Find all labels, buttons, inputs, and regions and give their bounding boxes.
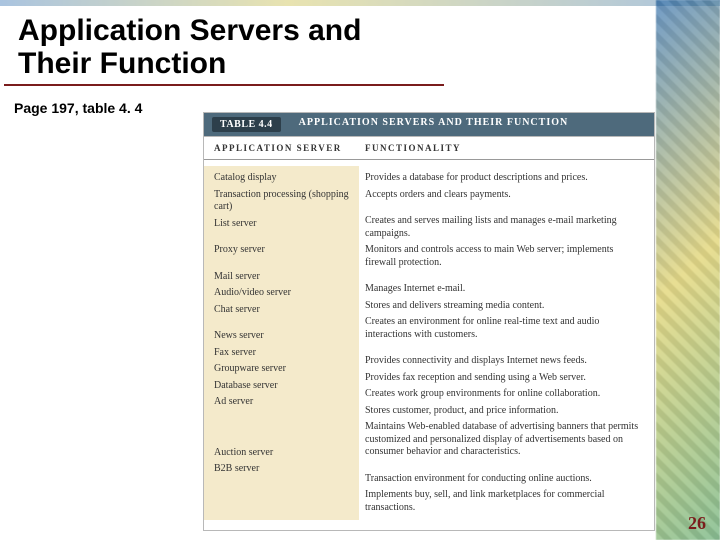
- table-row: News server: [214, 328, 351, 345]
- table-row: Provides fax reception and sending using…: [365, 370, 644, 387]
- table-header-bar: TABLE 4.4 APPLICATION SERVERS AND THEIR …: [204, 113, 654, 137]
- table-row: List server: [214, 216, 351, 233]
- table-row: Monitors and controls access to main Web…: [365, 242, 644, 271]
- table-row: Creates and serves mailing lists and man…: [365, 213, 644, 242]
- table-figure: TABLE 4.4 APPLICATION SERVERS AND THEIR …: [203, 112, 655, 531]
- table-row: Creates work group environments for onli…: [365, 386, 644, 403]
- table-row: Maintains Web-enabled database of advert…: [365, 419, 644, 461]
- table-row: Audio/video server: [214, 285, 351, 302]
- table-row: Catalog display: [214, 170, 351, 187]
- table-row: Provides a database for product descript…: [365, 170, 644, 187]
- table-tag: TABLE 4.4: [212, 117, 281, 132]
- table-row: Manages Internet e-mail.: [365, 281, 644, 298]
- table-row: B2B server: [214, 461, 351, 478]
- table-row: Creates an environment for online real-t…: [365, 314, 644, 343]
- table-row: Transaction processing (shopping cart): [214, 187, 351, 216]
- table-row: Stores customer, product, and price info…: [365, 403, 644, 420]
- table-row: Transaction environment for conducting o…: [365, 471, 644, 488]
- table-row: Proxy server: [214, 242, 351, 259]
- table-row: Auction server: [214, 445, 351, 462]
- table-row: Groupware server: [214, 361, 351, 378]
- slide-title: Application Servers and Their Function: [4, 0, 444, 86]
- table-column-headers: APPLICATION SERVER FUNCTIONALITY: [204, 137, 654, 160]
- table-row: Chat server: [214, 302, 351, 319]
- function-column: Provides a database for product descript…: [359, 166, 648, 520]
- table-caption: APPLICATION SERVERS AND THEIR FUNCTION: [299, 117, 569, 132]
- table-row: Accepts orders and clears payments.: [365, 187, 644, 204]
- server-column: Catalog display Transaction processing (…: [204, 166, 359, 520]
- table-body: Catalog display Transaction processing (…: [204, 160, 654, 530]
- col-header-server: APPLICATION SERVER: [204, 143, 359, 153]
- table-row: Stores and delivers streaming media cont…: [365, 298, 644, 315]
- table-row: Database server: [214, 378, 351, 395]
- table-row: Mail server: [214, 269, 351, 286]
- decorative-top-stripe: [0, 0, 720, 6]
- decorative-right-band: [656, 0, 720, 540]
- table-row: Provides connectivity and displays Inter…: [365, 353, 644, 370]
- page-number: 26: [688, 513, 706, 534]
- table-row: Ad server: [214, 394, 351, 411]
- table-row: Fax server: [214, 345, 351, 362]
- table-row: Implements buy, sell, and link marketpla…: [365, 487, 644, 516]
- col-header-function: FUNCTIONALITY: [359, 143, 654, 153]
